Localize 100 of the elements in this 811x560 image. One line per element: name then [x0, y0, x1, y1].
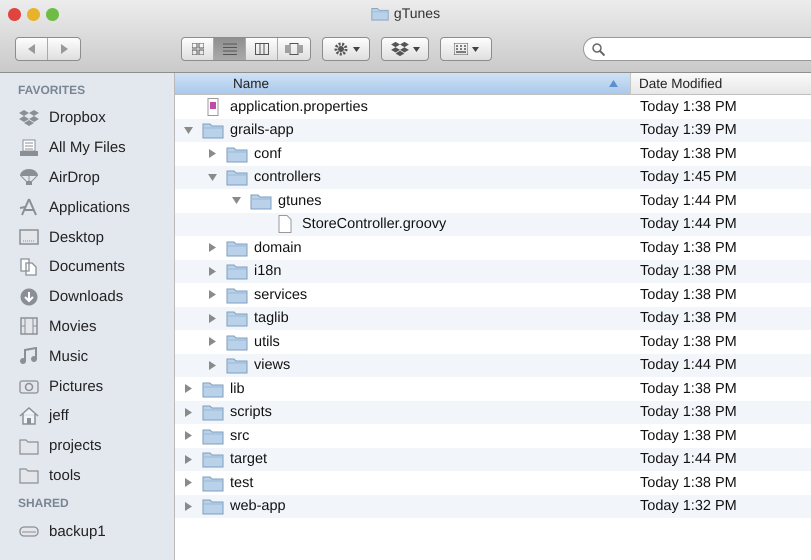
search-icon	[592, 42, 605, 56]
file-tray-icon	[19, 138, 39, 157]
disclosure-down-icon[interactable]	[232, 196, 240, 206]
search-field[interactable]	[583, 37, 811, 61]
folder-icon	[370, 6, 389, 20]
share-menu-button[interactable]	[381, 37, 429, 61]
folder-icon	[19, 466, 39, 484]
file-name: lib	[230, 380, 245, 397]
folder-icon	[202, 403, 224, 422]
monitor-icon	[19, 228, 39, 246]
file-name: controllers	[254, 169, 321, 186]
folder-icon	[202, 426, 224, 445]
date-cell-text: Today 1:44 PM	[639, 216, 737, 232]
caret-icon	[352, 46, 360, 52]
folder-icon	[226, 356, 248, 374]
close-button[interactable]	[8, 8, 21, 21]
disclosure-right-icon[interactable]	[208, 290, 216, 300]
arrange-menu-button[interactable]	[440, 37, 492, 61]
caret-icon	[472, 46, 478, 52]
file-name: StoreController.groovy	[302, 216, 446, 232]
date-cell-text: Today 1:38 PM	[639, 428, 737, 444]
sidebar-item[interactable]: All My Files	[49, 139, 126, 156]
folder-icon	[202, 474, 224, 492]
file-name: gtunes	[278, 192, 322, 209]
sidebar-item[interactable]: Applications	[49, 198, 130, 216]
sidebar-item[interactable]: Desktop	[49, 228, 104, 246]
sidebar-item[interactable]: AirDrop	[49, 168, 100, 186]
disclosure-right-icon[interactable]	[184, 408, 192, 417]
disclosure-down-icon[interactable]	[184, 126, 192, 135]
disclosure-right-icon[interactable]	[184, 478, 192, 488]
date-cell-text: Today 1:38 PM	[639, 474, 737, 491]
sidebar-item[interactable]: jeff	[49, 407, 69, 424]
file-name: i18n	[254, 263, 282, 280]
file-name: test	[230, 474, 254, 491]
sidebar-item[interactable]: projects	[49, 437, 102, 454]
file-name: utils	[254, 334, 280, 350]
sidebar-item[interactable]: Music	[49, 348, 88, 365]
date-cell-text: Today 1:38 PM	[639, 334, 737, 350]
action-menu-button[interactable]	[322, 37, 370, 61]
file-name: domain	[254, 240, 302, 256]
view-mode-button[interactable]	[214, 38, 246, 60]
window-title: gTunes	[394, 5, 440, 21]
folder-icon	[226, 286, 248, 304]
date-cell-text: Today 1:38 PM	[639, 146, 737, 162]
disclosure-right-icon[interactable]	[208, 314, 216, 323]
folder-icon	[250, 192, 272, 210]
folder-icon	[202, 121, 224, 140]
folder-icon	[226, 168, 248, 186]
file-name: grails-app	[230, 122, 294, 138]
navigation-control[interactable]	[15, 37, 81, 61]
file-name: conf	[254, 146, 282, 162]
sidebar-item[interactable]: Movies	[49, 318, 97, 335]
date-cell-text: Today 1:38 PM	[639, 240, 737, 256]
disclosure-right-icon[interactable]	[184, 431, 192, 440]
sort-arrow-icon	[609, 80, 618, 87]
sidebar-item[interactable]: Documents	[49, 258, 125, 276]
list-icon	[222, 43, 236, 55]
date-cell-text: Today 1:44 PM	[639, 192, 737, 209]
file-name: src	[230, 428, 250, 444]
sidebar-item[interactable]: backup1	[49, 522, 106, 540]
date-cell-text: Today 1:38 PM	[639, 286, 737, 303]
sidebar-item[interactable]: Downloads	[49, 288, 124, 306]
documents-icon	[19, 258, 39, 276]
sidebar-item[interactable]: Dropbox	[49, 109, 106, 126]
gear-icon	[332, 41, 348, 57]
sidebar-item[interactable]: Pictures	[49, 378, 104, 395]
disclosure-right-icon[interactable]	[208, 337, 216, 346]
download-icon	[19, 288, 39, 306]
file-name: web-app	[230, 498, 286, 514]
file-name: target	[230, 451, 268, 468]
disclosure-right-icon[interactable]	[208, 243, 216, 252]
disclosure-right-icon[interactable]	[184, 454, 192, 464]
date-cell-text: Today 1:38 PM	[639, 98, 737, 115]
disclosure-right-icon[interactable]	[184, 384, 192, 394]
disclosure-right-icon[interactable]	[208, 149, 216, 158]
letter-a-icon	[19, 198, 39, 216]
disclosure-right-icon[interactable]	[184, 502, 192, 511]
forward-icon	[60, 44, 68, 54]
date-cell-text: Today 1:38 PM	[639, 310, 737, 326]
column-header[interactable]: Name	[175, 73, 631, 94]
film-icon	[19, 317, 39, 336]
view-mode-selector[interactable]	[181, 37, 311, 61]
disclosure-right-icon[interactable]	[208, 266, 216, 276]
disclosure-right-icon[interactable]	[208, 360, 216, 370]
box-icon	[19, 108, 39, 127]
house-icon	[19, 406, 39, 425]
file-name: application.properties	[230, 98, 368, 115]
date-cell-text: Today 1:38 PM	[639, 263, 737, 280]
date-cell-text: Today 1:45 PM	[639, 169, 737, 186]
disclosure-down-icon[interactable]	[208, 172, 216, 182]
folder-icon	[226, 144, 248, 163]
box-icon	[390, 41, 408, 57]
column-header[interactable]: Date Modified	[631, 73, 811, 94]
sidebar-item[interactable]: tools	[49, 466, 81, 484]
music-note-icon	[19, 347, 39, 366]
file-name: scripts	[230, 404, 272, 420]
folder-icon	[202, 380, 224, 398]
zoom-button[interactable]	[46, 8, 59, 21]
date-cell-text: Today 1:32 PM	[639, 498, 737, 514]
file-name: views	[254, 357, 290, 374]
